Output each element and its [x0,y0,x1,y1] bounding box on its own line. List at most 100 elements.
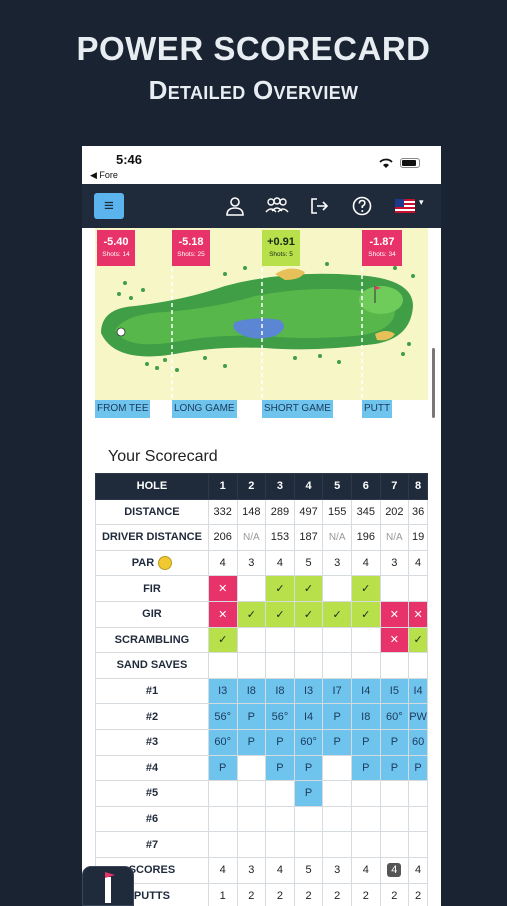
score-cell[interactable] [408,780,428,807]
strokes-gained-putt[interactable]: -1.87 Shots: 34 [362,230,402,266]
score-cell[interactable] [265,780,295,807]
scorecard-row--7: #7 [95,831,428,858]
score-cell[interactable]: I5 [379,677,410,705]
score-cell[interactable]: P [293,754,324,782]
score-cell[interactable] [350,780,381,807]
scorecard-row-par: PAR 4 3 4 5 3 4 3 4 [95,549,428,577]
group-icon[interactable] [264,195,290,217]
score-cell[interactable]: 60 [408,728,428,756]
scorecard-row-fir: FIR ✕ ✓ ✓ ✓ [95,575,428,602]
score-cell[interactable]: I8 [350,703,381,730]
score-cell[interactable]: I3 [293,677,324,705]
score-cell[interactable] [207,805,238,833]
score-cell[interactable]: P [379,754,410,782]
row-label: SCRAMBLING [95,626,209,654]
sg-value: +0.91 [267,236,295,248]
score-cell[interactable] [408,805,428,833]
score-cell: N/A [236,524,267,551]
segment-long-game[interactable]: LONG GAME [172,400,237,418]
strokes-gained-long-game[interactable]: -5.18 Shots: 25 [172,230,210,266]
score-cell[interactable] [293,805,324,833]
score-cell[interactable]: P [265,754,295,782]
score-cell[interactable] [322,754,352,782]
flag-icon [105,872,115,878]
score-cell: 2 [265,882,295,906]
score-cell[interactable]: P [322,703,352,730]
score-cell[interactable]: 60° [293,728,324,756]
strokes-gained-short-game[interactable]: +0.91 Shots: 5 [262,230,300,266]
user-icon[interactable] [224,195,246,217]
header-hole-number: 7 [379,473,410,500]
score-cell: 4 [265,549,295,577]
score-cell[interactable] [207,780,238,807]
score-cell[interactable]: P [350,754,381,782]
score-cell[interactable] [236,805,267,833]
score-cell: ✓ [350,600,381,628]
score-cell[interactable]: P [207,754,238,782]
header-hole-number: 5 [322,473,352,500]
score-cell: ✓ [265,600,295,628]
score-cell[interactable]: P [265,728,295,756]
score-cell[interactable] [236,754,267,782]
score-cell[interactable]: I8 [265,677,295,705]
score-cell[interactable] [236,780,267,807]
scorecard-row--5: #5 P [95,780,428,807]
score-cell: ✓ [293,575,324,602]
score-cell[interactable] [293,831,324,858]
share-icon[interactable] [308,195,330,217]
sg-value: -5.18 [178,236,204,248]
score-cell[interactable] [207,831,238,858]
score-cell[interactable]: 60° [207,728,238,756]
row-label: DISTANCE [95,498,209,526]
score-cell[interactable]: P [379,728,410,756]
score-cell: ✕ [379,626,410,654]
score-cell[interactable] [379,805,410,833]
score-cell[interactable] [236,831,267,858]
segment-putt[interactable]: PUTT [362,400,393,418]
score-cell[interactable] [322,805,352,833]
score-cell[interactable] [379,780,410,807]
score-cell: ✓ [350,575,381,602]
score-cell[interactable]: P [293,780,324,807]
score-cell[interactable] [379,831,410,858]
score-cell[interactable]: I4 [408,677,428,705]
score-cell[interactable]: 56° [207,703,238,730]
score-cell[interactable]: P [236,728,267,756]
score-cell: 3 [236,856,267,884]
score-cell [265,626,295,654]
scorecard-row-scrambling: SCRAMBLING ✓ ✕ ✓ [95,626,428,654]
row-label: #7 [95,831,209,858]
score-cell[interactable]: P [236,703,267,730]
segment-short-game[interactable]: SHORT GAME [262,400,333,418]
score-cell [322,626,352,654]
score-cell[interactable]: PW [408,703,428,730]
score-cell[interactable]: I8 [236,677,267,705]
score-cell[interactable] [350,831,381,858]
language-dropdown-caret[interactable]: ▾ [419,197,424,208]
strokes-gained-from-tee[interactable]: -5.40 Shots: 14 [97,230,135,266]
score-cell[interactable] [322,831,352,858]
score-cell[interactable]: I7 [322,677,352,705]
score-cell[interactable]: 60° [379,703,410,730]
score-cell[interactable] [408,831,428,858]
score-cell[interactable]: I4 [350,677,381,705]
scrollbar[interactable] [432,348,435,418]
us-flag-icon[interactable] [395,199,415,213]
score-cell[interactable]: P [350,728,381,756]
score-cell[interactable] [265,805,295,833]
score-cell[interactable]: 56° [265,703,295,730]
score-cell: N/A [379,524,410,551]
score-cell[interactable] [350,805,381,833]
menu-button[interactable]: ≡ [94,193,124,219]
score-cell: 4 [408,549,428,577]
score-cell[interactable] [265,831,295,858]
score-cell[interactable]: P [322,728,352,756]
help-icon[interactable] [351,195,373,217]
score-cell: ✓ [408,626,428,654]
segment-from-tee[interactable]: FROM TEE [95,400,151,418]
score-cell[interactable]: I3 [207,677,238,705]
score-cell[interactable] [322,780,352,807]
score-cell[interactable]: P [408,754,428,782]
back-to-app-link[interactable]: ◀ Fore [90,170,118,181]
score-cell[interactable]: I4 [293,703,324,730]
